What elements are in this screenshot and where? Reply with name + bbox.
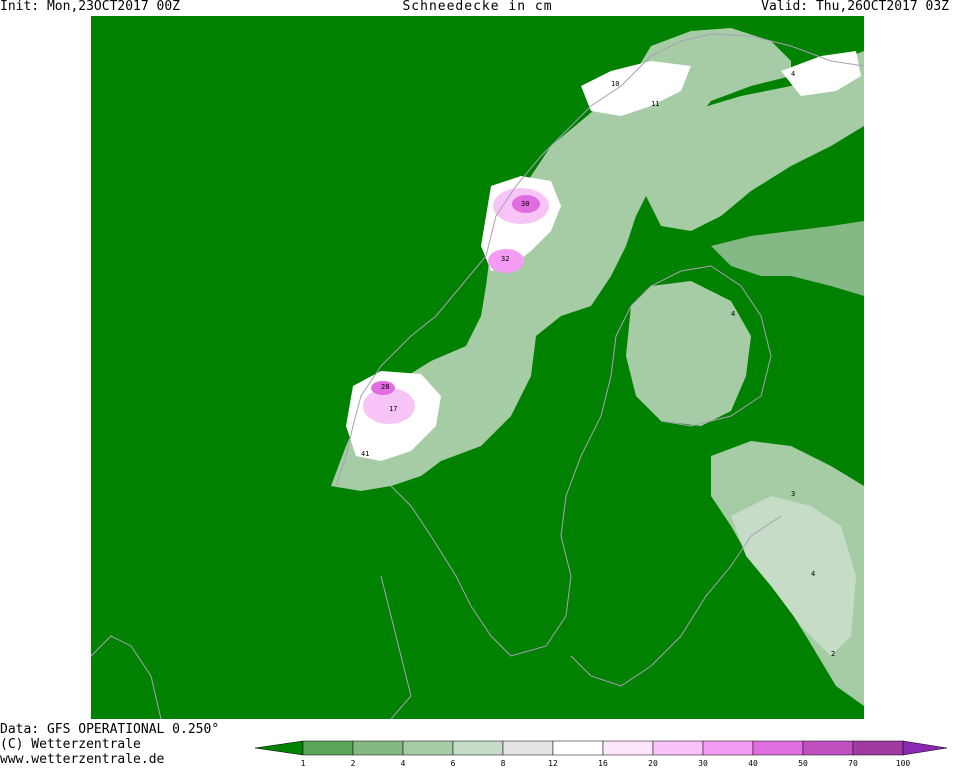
value-label: 11 bbox=[651, 100, 659, 108]
legend-tick-label: 16 bbox=[598, 759, 608, 768]
legend-swatch bbox=[502, 740, 554, 756]
legend-tick-label: 30 bbox=[698, 759, 708, 768]
legend-swatch bbox=[652, 740, 704, 756]
legend-canvas: 1 2 4 6 8 12 16 20 30 40 50 70 100 bbox=[255, 740, 948, 768]
legend-tick-label: 2 bbox=[351, 759, 356, 768]
legend-swatch bbox=[352, 740, 404, 756]
legend-tick-label: 100 bbox=[896, 759, 911, 768]
copyright-label: (C) Wetterzentrale bbox=[0, 737, 141, 752]
legend-tick-label: 6 bbox=[451, 759, 456, 768]
value-label: 4 bbox=[731, 310, 735, 318]
value-label: 32 bbox=[501, 255, 509, 263]
value-label: 30 bbox=[521, 200, 529, 208]
legend-swatch bbox=[752, 740, 804, 756]
snow-depth-map: 30 32 28 17 41 10 11 4 4 3 4 2 bbox=[91, 16, 864, 719]
legend-tick-label: 1 bbox=[301, 759, 306, 768]
value-label: 2 bbox=[831, 650, 835, 658]
legend-arrow-high bbox=[902, 740, 948, 756]
legend-swatch bbox=[602, 740, 654, 756]
legend-tick-label: 70 bbox=[848, 759, 858, 768]
value-label: 3 bbox=[791, 490, 795, 498]
value-label: 10 bbox=[611, 80, 619, 88]
legend-swatch bbox=[452, 740, 504, 756]
value-label: 17 bbox=[389, 405, 397, 413]
legend-tick-label: 40 bbox=[748, 759, 758, 768]
legend-tick-label: 12 bbox=[548, 759, 558, 768]
data-source-label: Data: GFS OPERATIONAL 0.250° bbox=[0, 722, 220, 737]
color-legend: 1 2 4 6 8 12 16 20 30 40 50 70 100 bbox=[255, 738, 955, 768]
legend-swatch bbox=[552, 740, 604, 756]
value-label: 4 bbox=[811, 570, 815, 578]
value-label: 28 bbox=[381, 383, 389, 391]
website-label: www.wetterzentrale.de bbox=[0, 752, 165, 767]
legend-tick-label: 20 bbox=[648, 759, 658, 768]
legend-swatch bbox=[302, 740, 354, 756]
legend-swatch bbox=[852, 740, 904, 756]
legend-swatch bbox=[702, 740, 754, 756]
legend-tick-label: 4 bbox=[401, 759, 406, 768]
legend-swatch bbox=[802, 740, 854, 756]
legend-swatch bbox=[402, 740, 454, 756]
legend-tick-label: 8 bbox=[501, 759, 506, 768]
value-label: 4 bbox=[791, 70, 795, 78]
value-label: 41 bbox=[361, 450, 369, 458]
valid-time-label: Valid: Thu,26OCT2017 03Z bbox=[761, 0, 949, 14]
map-canvas: 30 32 28 17 41 10 11 4 4 3 4 2 bbox=[91, 16, 864, 719]
legend-arrow-low bbox=[255, 740, 304, 756]
legend-tick-label: 50 bbox=[798, 759, 808, 768]
